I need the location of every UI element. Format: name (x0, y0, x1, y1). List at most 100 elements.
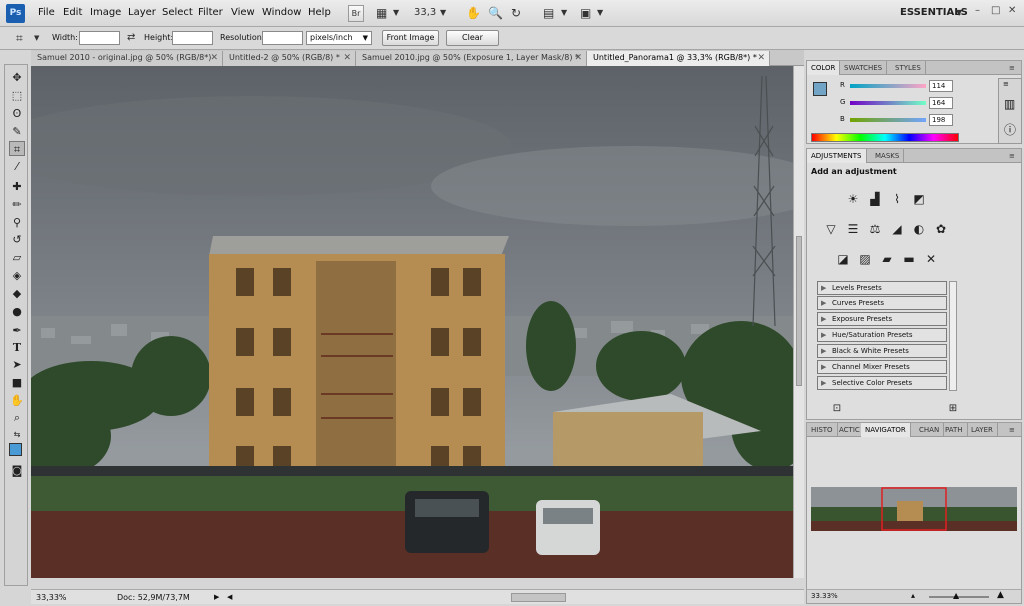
histogram-icon[interactable]: ▥ (1004, 97, 1015, 111)
color-balance-icon[interactable]: ⚖ (867, 221, 883, 237)
close-icon[interactable]: ✕ (343, 51, 351, 65)
hue-saturation-icon[interactable]: ☰ (845, 221, 861, 237)
menu-filter[interactable]: Filter (198, 7, 223, 18)
crop-tool-icon[interactable]: ⌗ (9, 141, 25, 156)
swap-dimensions-icon[interactable]: ⇄ (127, 30, 135, 46)
front-image-button[interactable]: Front Image (382, 30, 439, 46)
tab-samuel-exposure[interactable]: Samuel 2010.jpg @ 50% (Exposure 1, Layer… (356, 51, 587, 66)
hand-tool-icon[interactable]: ✋ (9, 393, 25, 408)
crop-tool-icon[interactable]: ⌗ (16, 30, 23, 46)
horizontal-scrollbar-thumb[interactable] (511, 593, 566, 602)
clear-button[interactable]: Clear (446, 30, 499, 46)
menu-layer[interactable]: Layer (128, 7, 156, 18)
restore-button[interactable]: □ (991, 5, 1000, 16)
close-button[interactable]: ✕ (1008, 5, 1016, 16)
b-slider[interactable] (850, 118, 926, 122)
vibrance-icon[interactable]: ▽ (823, 221, 839, 237)
photo-filter-icon[interactable]: ◐ (911, 221, 927, 237)
width-field[interactable] (79, 31, 120, 45)
tab-samuel-original[interactable]: Samuel 2010 - original.jpg @ 50% (RGB/8*… (31, 51, 223, 66)
gradient-map-icon[interactable]: ▬ (901, 251, 917, 267)
tab-navigator[interactable]: NAVIGATOR (861, 423, 911, 437)
collapse-icon[interactable]: ≡ (1003, 80, 1009, 88)
quick-mask-icon[interactable]: ◙ (9, 463, 25, 478)
foreground-color-swatch[interactable] (9, 443, 22, 456)
hand-tool-icon[interactable]: ✋ (466, 5, 481, 21)
menu-image[interactable]: Image (90, 7, 121, 18)
scrollbar-thumb[interactable] (796, 236, 802, 386)
slider-handle-icon[interactable]: ▲ (953, 591, 959, 600)
tab-untitled-2[interactable]: Untitled-2 @ 50% (RGB/8) * ✕ (223, 51, 356, 66)
tab-channels[interactable]: CHAN (915, 423, 945, 437)
scroll-left-icon[interactable]: ◀ (227, 593, 232, 601)
brightness-contrast-icon[interactable]: ☀ (845, 191, 861, 207)
bridge-button[interactable]: Br (348, 5, 364, 22)
g-slider[interactable] (850, 101, 926, 105)
resolution-units-select[interactable]: pixels/inch ▼ (306, 31, 372, 45)
pen-tool-icon[interactable]: ✒ (9, 323, 25, 338)
navigator-thumbnail[interactable] (811, 487, 1017, 531)
status-menu-arrow-icon[interactable]: ▶ (214, 593, 219, 601)
threshold-icon[interactable]: ▰ (879, 251, 895, 267)
status-zoom[interactable]: 33,33% (36, 593, 67, 602)
invert-icon[interactable]: ◪ (835, 251, 851, 267)
b-value-field[interactable]: 198 (929, 114, 953, 126)
panel-menu-icon[interactable]: ≡ (1005, 423, 1019, 437)
eraser-tool-icon[interactable]: ▱ (9, 250, 25, 265)
zoom-tool-icon[interactable]: 🔍 (488, 5, 503, 21)
menu-help[interactable]: Help (308, 7, 331, 18)
zoom-tool-icon[interactable]: ⌕ (9, 410, 25, 425)
exposure-icon[interactable]: ◩ (911, 191, 927, 207)
tab-untitled-panorama[interactable]: Untitled_Panorama1 @ 33,3% (RGB/8*) * ✕ (587, 51, 770, 66)
clone-stamp-tool-icon[interactable]: ⚲ (9, 215, 25, 230)
tab-swatches[interactable]: SWATCHES (840, 61, 888, 75)
tab-histogram[interactable]: HISTO (807, 423, 838, 437)
dodge-tool-icon[interactable]: ● (9, 304, 25, 319)
selective-color-icon[interactable]: ✕ (923, 251, 939, 267)
r-slider[interactable] (850, 84, 926, 88)
extras-icon[interactable]: ▦ (376, 5, 387, 21)
chevron-down-icon[interactable]: ▼ (440, 5, 446, 21)
type-tool-icon[interactable]: T (9, 340, 25, 355)
preset-channel-mixer[interactable]: ▶ Channel Mixer Presets (817, 360, 947, 374)
curves-icon[interactable]: ⌇ (889, 191, 905, 207)
color-spectrum-bar[interactable] (811, 133, 959, 142)
zoom-out-icon[interactable]: ▴ (911, 591, 915, 600)
tab-layers[interactable]: LAYER (967, 423, 998, 437)
panel-menu-icon[interactable]: ≡ (1005, 149, 1019, 163)
height-field[interactable] (172, 31, 213, 45)
paint-bucket-tool-icon[interactable]: ◈ (9, 268, 25, 283)
rotate-view-icon[interactable]: ↻ (511, 5, 521, 21)
screen-mode-icon[interactable]: ▣ (580, 5, 591, 21)
tab-paths[interactable]: PATH (941, 423, 968, 437)
adjustment-options-icon[interactable]: ⊞ (945, 401, 961, 417)
menu-edit[interactable]: Edit (63, 7, 82, 18)
path-selection-tool-icon[interactable]: ➤ (9, 357, 25, 372)
foreground-swatch[interactable] (813, 82, 827, 96)
blur-tool-icon[interactable]: ◆ (9, 286, 25, 301)
presets-scrollbar[interactable] (949, 281, 957, 391)
lasso-tool-icon[interactable]: ʘ (9, 106, 25, 121)
minimize-button[interactable]: – (975, 5, 980, 16)
close-icon[interactable]: ✕ (210, 51, 218, 65)
zoom-level-field[interactable]: 33,3 (414, 7, 436, 18)
healing-brush-tool-icon[interactable]: ✚ (9, 179, 25, 194)
posterize-icon[interactable]: ▨ (857, 251, 873, 267)
quick-selection-tool-icon[interactable]: ✎ (9, 124, 25, 139)
resolution-field[interactable] (262, 31, 303, 45)
info-icon[interactable]: ⓘ (1004, 121, 1016, 138)
swap-colors-icon[interactable]: ⇆ (9, 427, 25, 442)
brush-tool-icon[interactable]: ✏ (9, 197, 25, 212)
channel-mixer-icon[interactable]: ✿ (933, 221, 949, 237)
marquee-tool-icon[interactable]: ⬚ (9, 88, 25, 103)
chevron-down-icon[interactable]: ▼ (561, 5, 567, 21)
move-tool-icon[interactable]: ✥ (9, 70, 25, 85)
r-value-field[interactable]: 114 (929, 80, 953, 92)
zoom-in-icon[interactable]: ▲ (997, 590, 1004, 600)
clip-to-layer-icon[interactable]: ⊡ (829, 401, 845, 417)
close-icon[interactable]: ✕ (574, 51, 582, 65)
preset-levels[interactable]: ▶ Levels Presets (817, 281, 947, 295)
tab-adjustments[interactable]: ADJUSTMENTS (807, 149, 867, 163)
preset-selective-color[interactable]: ▶ Selective Color Presets (817, 376, 947, 390)
arrange-documents-icon[interactable]: ▤ (543, 5, 554, 21)
